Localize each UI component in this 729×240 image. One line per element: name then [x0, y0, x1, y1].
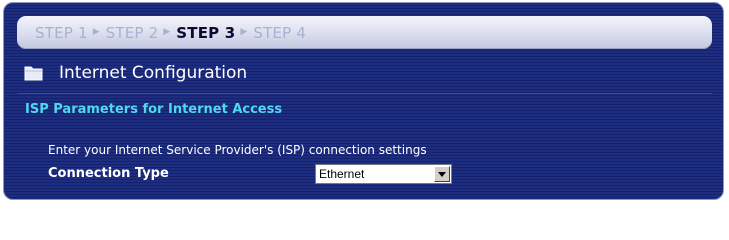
page-title: Internet Configuration [59, 63, 248, 83]
connection-type-select[interactable]: Ethernet [315, 164, 452, 184]
step-separator-arrow-icon: ▶ [163, 26, 171, 37]
section-title: ISP Parameters for Internet Access [25, 102, 283, 117]
step-separator-arrow-icon: ▶ [240, 26, 248, 37]
page-header: Internet Configuration [24, 61, 247, 85]
step-4: STEP 4 [253, 23, 307, 42]
step-separator-arrow-icon: ▶ [92, 26, 100, 37]
folder-icon [24, 64, 44, 82]
wizard-panel: STEP 1 ▶ STEP 2 ▶ STEP 3 ▶ STEP 4 Intern… [3, 2, 724, 200]
header-divider [17, 93, 712, 94]
instructions-text: Enter your Internet Service Provider's (… [48, 143, 427, 157]
connection-type-value: Ethernet [319, 167, 365, 181]
connection-type-label: Connection Type [48, 166, 169, 181]
chevron-down-icon[interactable] [434, 166, 450, 182]
wizard-steps-bar: STEP 1 ▶ STEP 2 ▶ STEP 3 ▶ STEP 4 [17, 16, 712, 49]
step-2: STEP 2 [105, 23, 159, 42]
step-1: STEP 1 [35, 23, 88, 42]
step-3-current: STEP 3 [176, 23, 236, 42]
